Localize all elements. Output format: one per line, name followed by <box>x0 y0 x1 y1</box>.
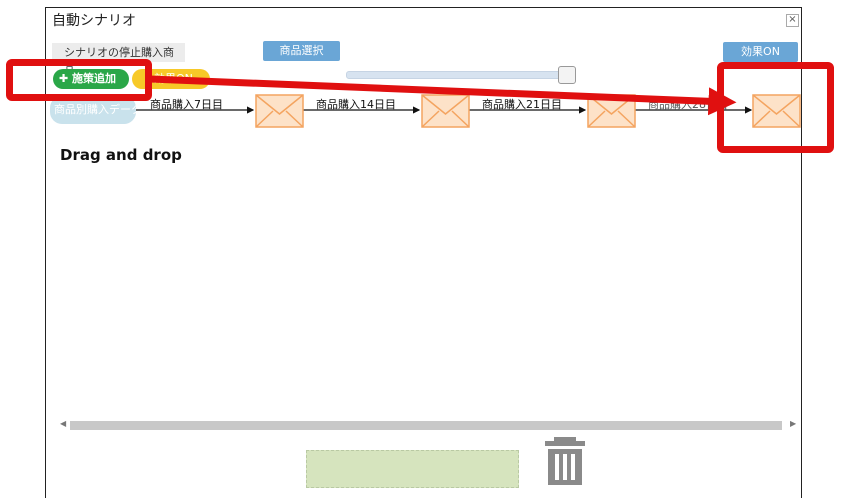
select-product-button[interactable]: 商品選択 <box>263 41 340 61</box>
step-label: 商品購入7日目 <box>150 98 223 111</box>
step-label: 商品購入28日目 <box>648 98 728 111</box>
scroll-right-icon[interactable]: ▶ <box>790 419 796 428</box>
annotation-target-box <box>717 62 834 153</box>
dialog-title: 自動シナリオ <box>52 13 136 29</box>
slider-thumb[interactable] <box>558 66 576 84</box>
horizontal-scrollbar[interactable]: ◀ ▶ <box>60 418 800 431</box>
scrollbar-thumb[interactable] <box>70 421 782 430</box>
annotation-source-box <box>6 59 152 101</box>
scroll-left-icon[interactable]: ◀ <box>60 419 66 428</box>
trash-icon[interactable] <box>545 437 595 487</box>
drag-and-drop-caption: Drag and drop <box>60 146 182 164</box>
slider-track[interactable] <box>346 71 570 79</box>
close-icon[interactable]: × <box>786 14 799 27</box>
effect-on-button[interactable]: 効果ON <box>723 42 798 62</box>
step-label: 商品購入14日目 <box>316 98 396 111</box>
step-label: 商品購入21日目 <box>482 98 562 111</box>
drop-zone[interactable] <box>306 450 519 488</box>
